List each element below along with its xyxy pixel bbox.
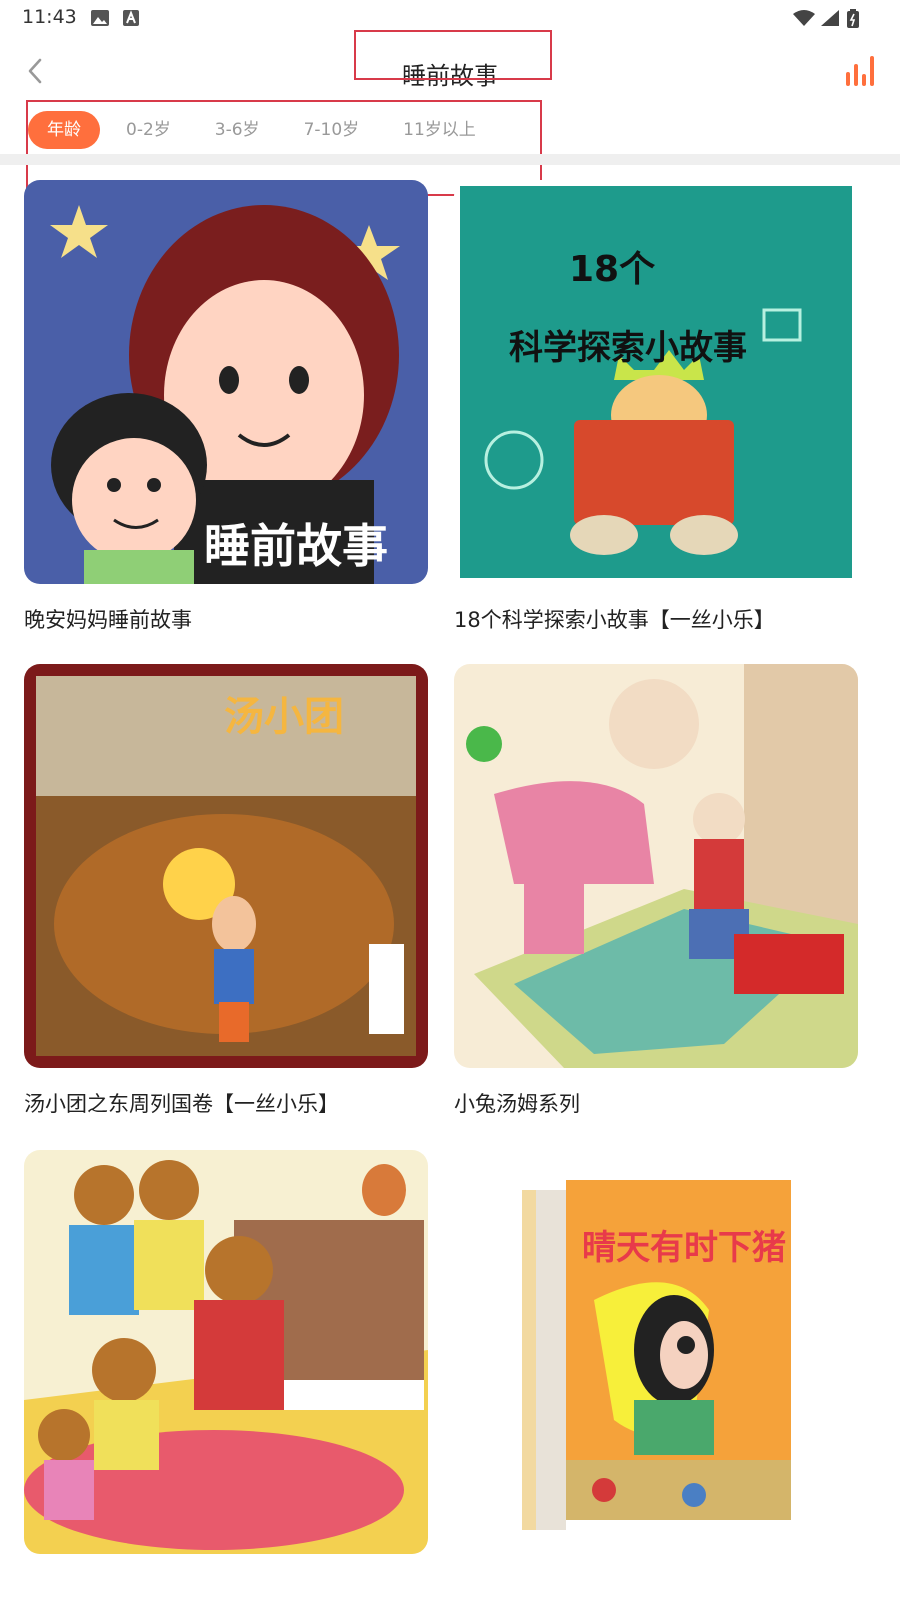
book-cover[interactable]: 晴天有时下猪 (454, 1150, 858, 1554)
highlight-box-title (354, 30, 552, 80)
book-title[interactable]: 18个科学探索小故事【一丝小乐】 (454, 604, 858, 634)
book-card[interactable]: 小兔汤姆系列 (454, 664, 858, 1118)
bar-chart-icon[interactable] (842, 52, 878, 88)
cover-title-line1: 18个 (569, 249, 656, 290)
book-cover[interactable] (24, 1150, 428, 1554)
cover-illustration (454, 180, 858, 584)
filter-chip-3-6[interactable]: 3-6岁 (215, 111, 260, 149)
book-cover[interactable]: 睡前故事 (24, 180, 428, 584)
cover-title-line2: 科学探索小故事 (509, 328, 747, 368)
cover-illustration (454, 664, 858, 1068)
cover-title: 晴天有时下猪 (582, 1228, 786, 1268)
age-filter-tabs: 年龄 0-2岁 3-6岁 7-10岁 11岁以上 (28, 108, 520, 152)
book-card[interactable]: 晴天有时下猪 (454, 1150, 858, 1574)
cover-title: 睡前故事 (204, 519, 388, 573)
book-cover[interactable]: 汤小团 (24, 664, 428, 1068)
book-card[interactable] (24, 1150, 428, 1574)
battery-icon (847, 9, 859, 28)
app-notification-icon (123, 10, 139, 26)
book-title[interactable]: 小兔汤姆系列 (454, 1088, 858, 1118)
signal-icon (821, 10, 839, 26)
book-cover[interactable]: 18个 科学探索小故事 (454, 180, 858, 584)
book-cover[interactable] (454, 664, 858, 1068)
book-card[interactable]: 汤小团 汤小团之东周列国卷【一丝小乐】 (24, 664, 428, 1118)
book-card[interactable]: 睡前故事 晚安妈妈睡前故事 (24, 180, 428, 634)
book-card[interactable]: 18个 科学探索小故事 18个科学探索小故事【一丝小乐】 (454, 180, 858, 634)
filter-chip-7-10[interactable]: 7-10岁 (304, 111, 360, 149)
status-time: 11:43 (22, 6, 77, 28)
book-title[interactable]: 晚安妈妈睡前故事 (24, 604, 428, 634)
filter-chip-11-plus[interactable]: 11岁以上 (403, 111, 476, 149)
filter-chip-age[interactable]: 年龄 (28, 111, 100, 149)
cover-illustration (454, 1150, 858, 1554)
cover-title: 汤小团 (224, 694, 344, 740)
filter-chip-0-2[interactable]: 0-2岁 (126, 111, 171, 149)
image-notification-icon (91, 10, 109, 26)
book-title[interactable]: 汤小团之东周列国卷【一丝小乐】 (24, 1088, 428, 1118)
section-divider (0, 154, 900, 165)
cover-illustration (24, 1150, 428, 1554)
wifi-icon (793, 10, 815, 26)
